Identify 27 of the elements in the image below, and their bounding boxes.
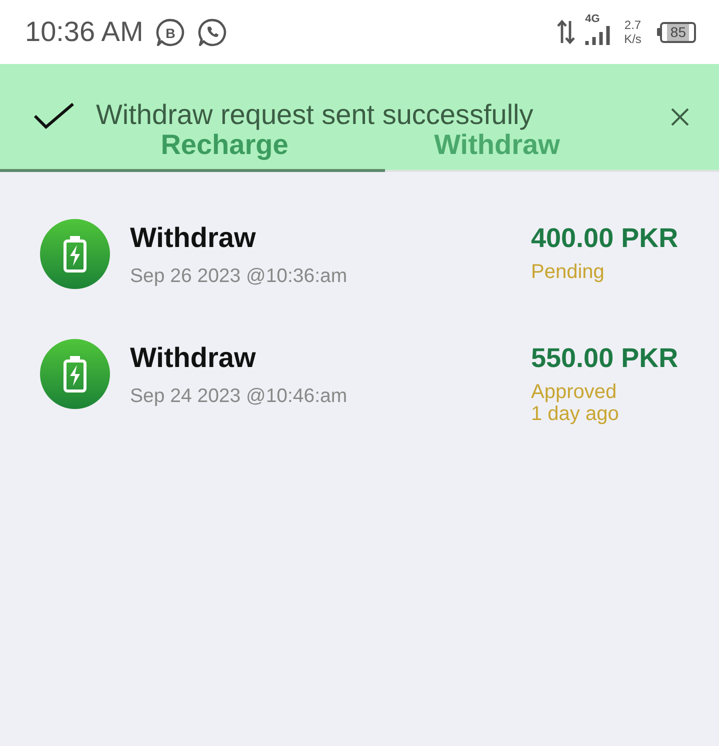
speed-unit: K/s: [624, 32, 642, 46]
tab[interactable]: Withdraw: [385, 131, 719, 172]
transaction-amount: 550.00 PKR: [531, 343, 680, 373]
transaction-title: Withdraw: [130, 222, 257, 254]
battery-tip-icon: [657, 28, 660, 36]
transaction-status: Pending: [531, 261, 606, 283]
letter-bubble-icon: B: [156, 18, 186, 46]
tab[interactable]: Recharge: [0, 131, 385, 172]
signal-bars-icon: [585, 26, 610, 44]
transaction-title: Withdraw: [130, 342, 257, 374]
phone-bubble-icon: [198, 18, 228, 46]
clock-time: 10:36 AM: [25, 16, 144, 48]
toast-message: Withdraw request sent successfully: [96, 101, 534, 129]
battery-bolt-icon: [40, 219, 110, 289]
transaction-date: Sep 26 2023 @10:36:am: [130, 264, 348, 288]
network-speed: 2.7: [624, 18, 642, 32]
check-icon: [33, 102, 75, 130]
transaction-date: Sep 24 2023 @10:46:am: [130, 384, 348, 408]
battery-bolt-icon: [40, 339, 110, 409]
network-type-label: 4G: [585, 14, 600, 24]
transaction-status: Approved: [531, 381, 618, 403]
close-icon: [671, 108, 689, 126]
transaction-amount: 400.00 PKR: [531, 223, 680, 253]
status-time: 1 day ago: [531, 403, 620, 425]
close-button[interactable]: [671, 108, 689, 126]
data-transfer-icon: [557, 19, 576, 45]
battery-indicator: 85: [660, 22, 696, 42]
